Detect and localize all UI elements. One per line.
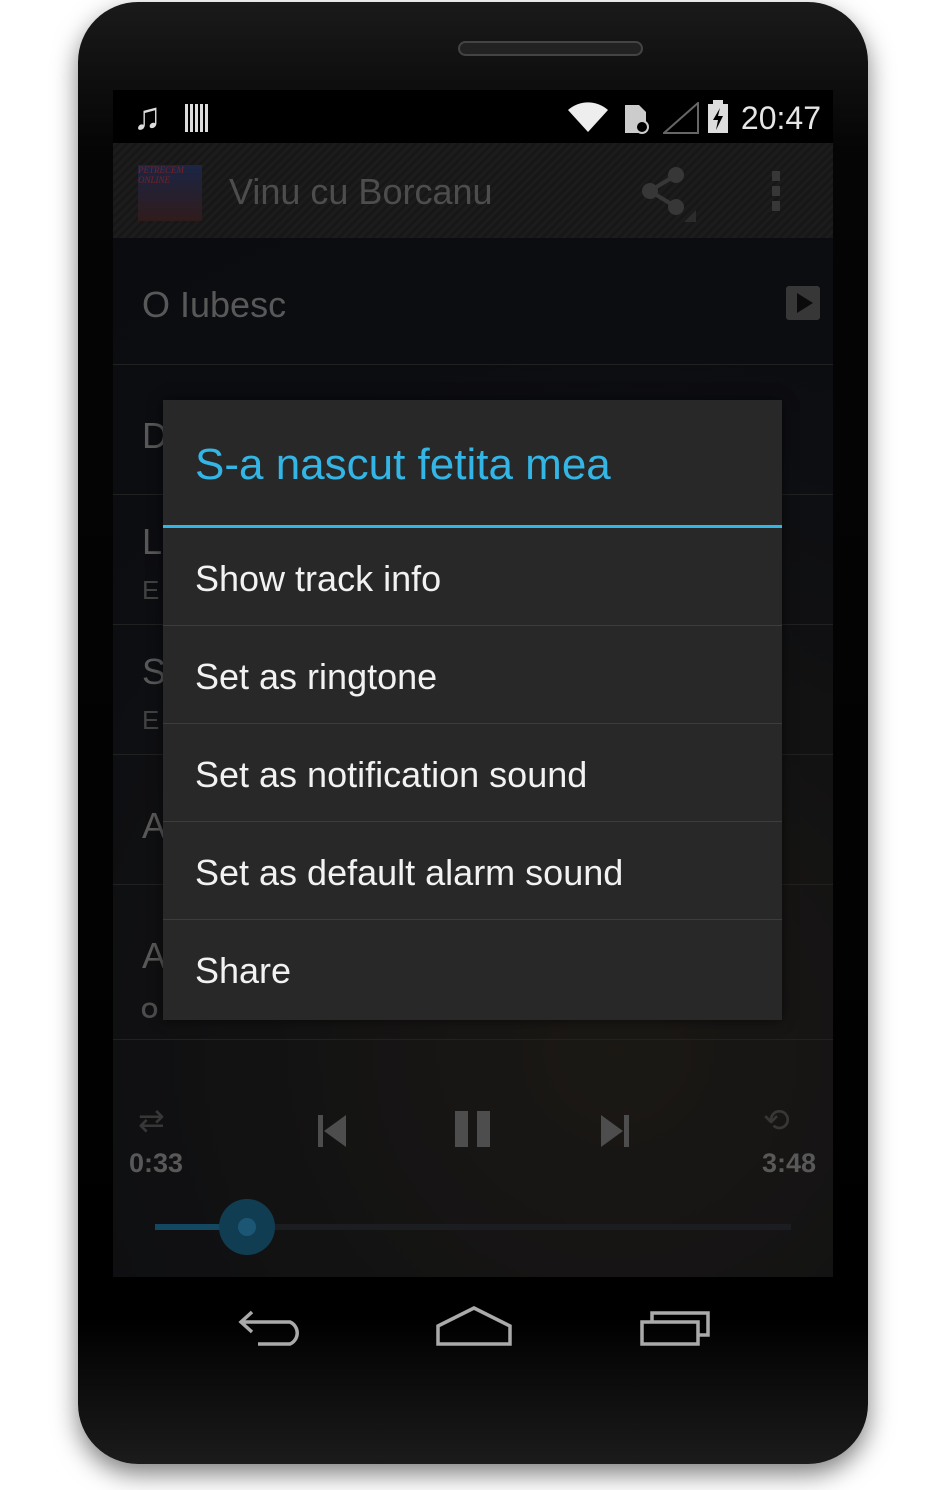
wifi-icon [568,102,608,132]
status-bar: ♫ 20:47 [113,90,833,143]
menu-item-show-track-info[interactable]: Show track info [163,528,782,626]
back-icon[interactable] [238,1308,308,1348]
screen: ♫ 20:47 PETRECEM ONLINE Vinu cu Borcanu … [113,90,833,1277]
menu-item-set-ringtone[interactable]: Set as ringtone [163,626,782,724]
sim-icon [625,105,649,134]
music-player-app: PETRECEM ONLINE Vinu cu Borcanu O Iubesc… [113,143,833,1277]
home-icon[interactable] [436,1306,512,1346]
recent-apps-icon[interactable] [640,1310,712,1346]
menu-item-share[interactable]: Share [163,920,782,1018]
dialog-title: S-a nascut fetita mea [163,400,782,528]
speaker-grill [458,41,643,56]
clock: 20:47 [740,100,821,136]
menu-item-set-notification-sound[interactable]: Set as notification sound [163,724,782,822]
barcode-icon [185,104,209,132]
menu-item-set-alarm-sound[interactable]: Set as default alarm sound [163,822,782,920]
battery-charging-icon [708,100,728,133]
music-note-icon: ♫ [133,96,162,138]
signal-icon [663,102,699,134]
track-context-menu: S-a nascut fetita mea Show track info Se… [163,400,782,1020]
